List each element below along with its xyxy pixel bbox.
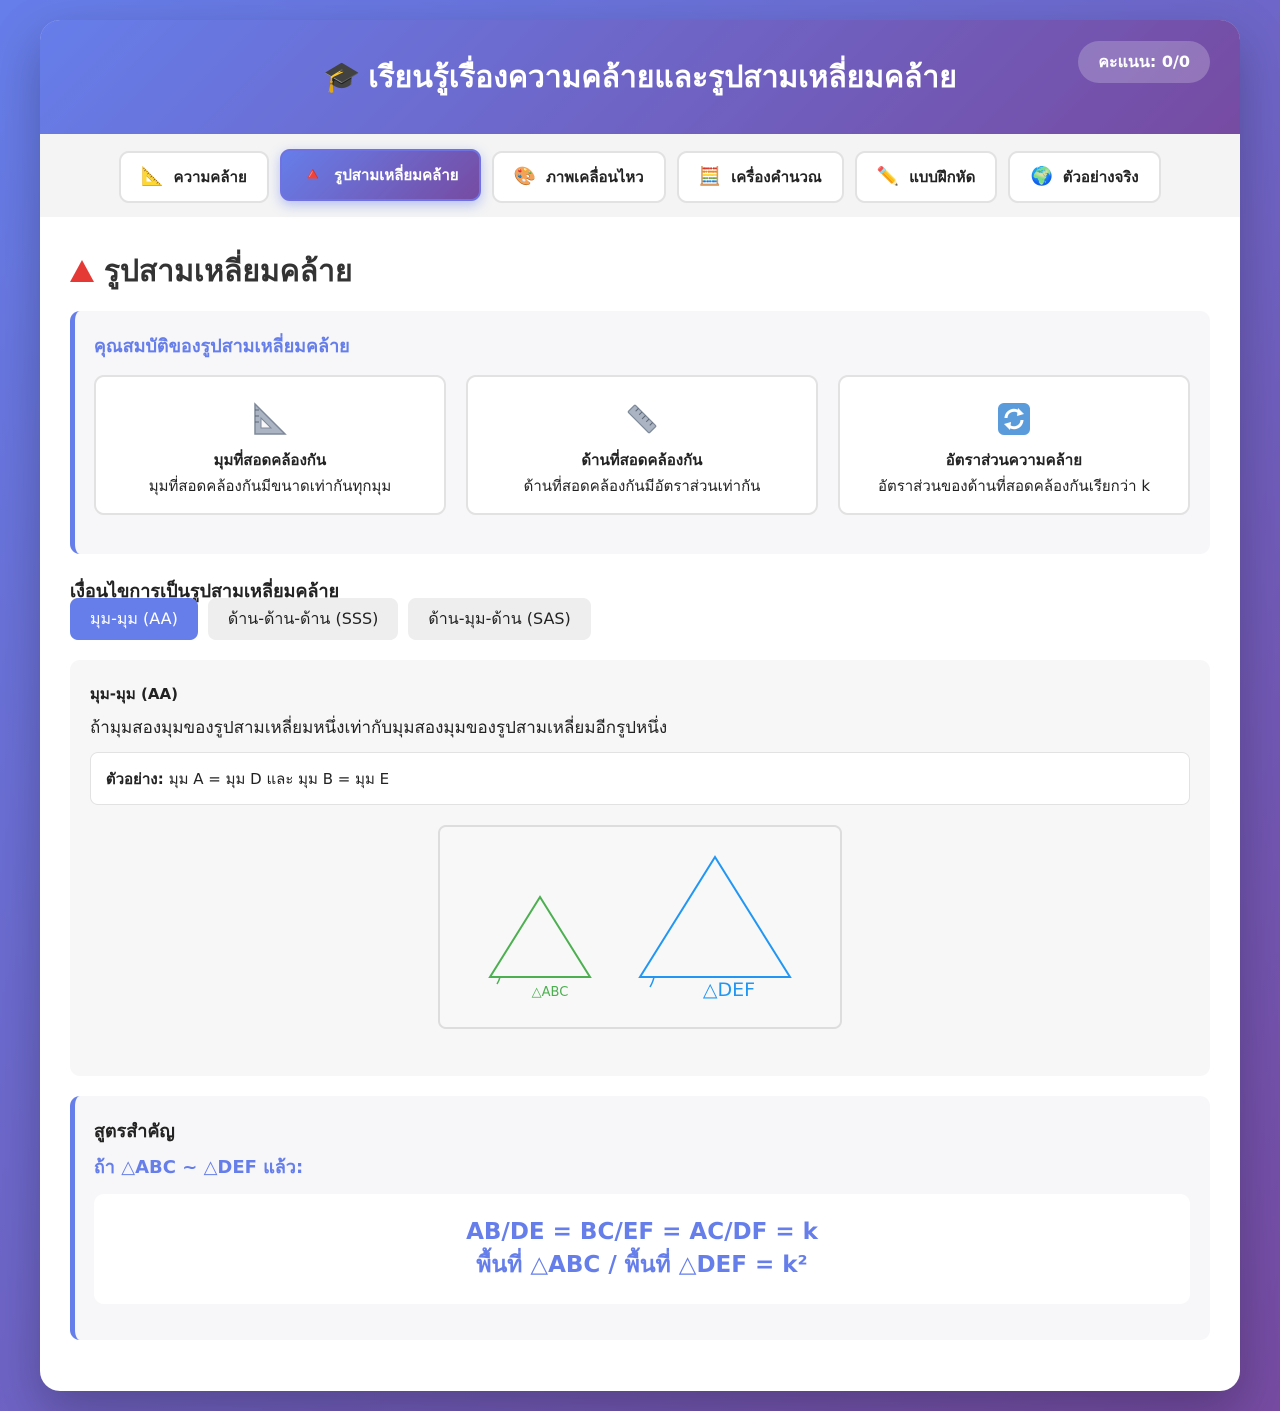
example-box: ตัวอย่าง: มุม A = มุม D และ มุม B = มุม … (90, 752, 1190, 805)
condition-title: มุม-มุม (AA) (90, 685, 178, 703)
tab-similar-triangles[interactable]: 🔺 รูปสามเหลี่ยมคล้าย (279, 148, 481, 201)
property-desc: มุมที่สอดคล้องกันมีขนาดเท่ากันทุกมุม (148, 477, 392, 495)
triangle-diagram-svg: △ABC △DEF (488, 855, 792, 1001)
condition-tabs: มุม-มุม (AA) ด้าน-ด้าน-ด้าน (SSS) ด้าน-ม… (70, 598, 1210, 640)
formula-box: AB/DE = BC/EF = AC/DF = k พื้นที่ △ABC /… (94, 1194, 1190, 1304)
triangle-abc (488, 895, 592, 978)
condition-desc: ถ้ามุมสองมุมของรูปสามเหลี่ยมหนึ่งเท่ากับ… (90, 718, 668, 738)
red-triangle-icon: 🔺 (301, 164, 325, 185)
triangle-ruler-icon: 📐 (141, 166, 164, 187)
tab-label: ความคล้าย (173, 167, 247, 186)
example-text: มุม A = มุม D และ มุม B = มุม E (168, 769, 390, 788)
properties-panel: คุณสมบัติของรูปสามเหลี่ยมคล้าย มุมที่สอด… (70, 311, 1210, 554)
page-title: รูปสามเหลี่ยมคล้าย (70, 253, 1210, 289)
page-title-text: รูปสามเหลี่ยมคล้าย (104, 253, 353, 289)
property-card: อัตราส่วนความคล้าย อัตราส่วนของด้านที่สอ… (838, 375, 1190, 515)
tab-real-examples[interactable]: 🌍 ตัวอย่างจริง (1008, 150, 1161, 203)
score-badge: คะแนน: 0/0 (1078, 41, 1210, 83)
formula-area: พื้นที่ △ABC / พื้นที่ △DEF = k² (476, 1252, 808, 1278)
tab-calculator[interactable]: 🧮 เครื่องคำนวณ (676, 150, 844, 203)
formula-panel: สูตรสำคัญ ถ้า △ABC ~ △DEF แล้ว: AB/DE = … (70, 1096, 1210, 1340)
main-content: รูปสามเหลี่ยมคล้าย คุณสมบัติของรูปสามเหล… (40, 253, 1240, 1340)
property-cards: มุมที่สอดคล้องกัน มุมที่สอดคล้องกันมีขนา… (94, 375, 1190, 515)
property-desc: ด้านที่สอดคล้องกันมีอัตราส่วนเท่ากัน (523, 477, 761, 495)
app-window: 🎓 เรียนรู้เรื่องความคล้ายและรูปสามเหลี่ย… (40, 20, 1240, 1391)
property-card: มุมที่สอดคล้องกัน มุมที่สอดคล้องกันมีขนา… (94, 375, 446, 515)
repeat-arrows-icon (840, 399, 1188, 439)
properties-title: คุณสมบัติของรูปสามเหลี่ยมคล้าย (94, 336, 350, 357)
tab-similarity[interactable]: 📐 ความคล้าย (119, 150, 269, 203)
tab-label: ภาพเคลื่อนไหว (546, 167, 644, 186)
tab-label: รูปสามเหลี่ยมคล้าย (334, 165, 459, 184)
pencil-icon: ✏️ (876, 166, 900, 187)
globe-icon: 🌍 (1030, 166, 1053, 187)
app-title: 🎓 เรียนรู้เรื่องความคล้ายและรูปสามเหลี่ย… (323, 54, 957, 101)
main-tabs: 📐 ความคล้าย 🔺 รูปสามเหลี่ยมคล้าย 🎨 ภาพเค… (40, 134, 1240, 217)
formula-subtitle: ถ้า △ABC ~ △DEF แล้ว: (94, 1157, 304, 1178)
condition-tab-sas[interactable]: ด้าน-มุม-ด้าน (SAS) (408, 598, 591, 640)
abacus-icon: 🧮 (698, 166, 722, 187)
tab-label: แบบฝึกหัด (909, 167, 976, 186)
tab-animation[interactable]: 🎨 ภาพเคลื่อนไหว (491, 150, 666, 203)
header: 🎓 เรียนรู้เรื่องความคล้ายและรูปสามเหลี่ย… (40, 20, 1240, 134)
triangle-def (638, 855, 792, 978)
example-label: ตัวอย่าง: (106, 769, 164, 788)
property-title: ด้านที่สอดคล้องกัน (581, 451, 703, 469)
graduation-cap-icon: 🎓 (323, 59, 361, 95)
property-title: อัตราส่วนความคล้าย (945, 451, 1083, 469)
triangle-def-label: △DEF (703, 979, 755, 1001)
formula-title: สูตรสำคัญ (94, 1121, 175, 1142)
palette-icon: 🎨 (513, 166, 537, 187)
triangle-abc-label: △ABC (532, 985, 569, 1000)
red-triangle-icon (70, 260, 94, 282)
conditions-title: เงื่อนไขการเป็นรูปสามเหลี่ยมคล้าย (70, 581, 340, 602)
triangle-ruler-icon (96, 399, 444, 439)
formula-ratio: AB/DE = BC/EF = AC/DF = k (466, 1219, 818, 1245)
condition-tab-aa[interactable]: มุม-มุม (AA) (70, 598, 198, 640)
property-title: มุมที่สอดคล้องกัน (213, 451, 327, 469)
tab-label: เครื่องคำนวณ (731, 167, 822, 186)
app-title-text: เรียนรู้เรื่องความคล้ายและรูปสามเหลี่ยมค… (368, 59, 957, 95)
angle-mark-abc (496, 976, 501, 985)
tab-label: ตัวอย่างจริง (1062, 167, 1139, 186)
tab-exercises[interactable]: ✏️ แบบฝึกหัด (854, 150, 998, 203)
condition-detail: มุม-มุม (AA) ถ้ามุมสองมุมของรูปสามเหลี่ย… (70, 660, 1210, 1076)
property-desc: อัตราส่วนของด้านที่สอดคล้องกันเรียกว่า k (877, 477, 1151, 495)
condition-tab-sss[interactable]: ด้าน-ด้าน-ด้าน (SSS) (207, 598, 399, 640)
property-card: ด้านที่สอดคล้องกัน ด้านที่สอดคล้องกันมีอ… (466, 375, 818, 515)
triangle-diagram: △ABC △DEF (438, 825, 842, 1029)
straight-ruler-icon (468, 399, 816, 439)
angle-mark-def (649, 976, 655, 988)
